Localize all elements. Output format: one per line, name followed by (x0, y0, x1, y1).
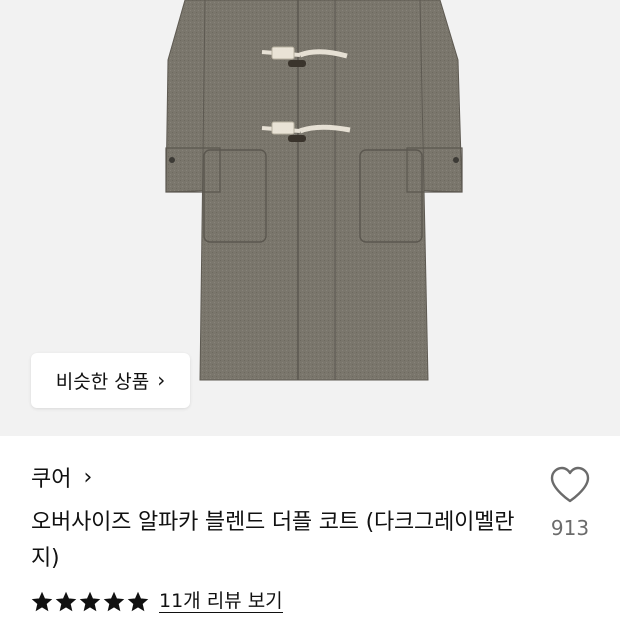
similar-products-button[interactable]: 비슷한 상품 › (31, 353, 190, 408)
star-icon (79, 591, 101, 611)
star-icon (103, 591, 125, 611)
product-image[interactable]: 비슷한 상품 › (0, 0, 620, 436)
star-icon (127, 591, 149, 611)
product-detail-page: 비슷한 상품 › 쿠어 › 오버사이즈 알파카 블렌드 더플 코트 (다크그레이… (0, 0, 620, 620)
rating-row: 11개 리뷰 보기 (31, 590, 283, 613)
heart-outline-icon (550, 466, 590, 503)
star-icon (55, 591, 77, 611)
similar-products-label: 비슷한 상품 (55, 371, 150, 393)
like-count: 913 (550, 516, 590, 540)
product-title: 오버사이즈 알파카 블렌드 더플 코트 (다크그레이멜란지) (31, 510, 515, 571)
chevron-right-icon: › (157, 367, 166, 392)
like-button[interactable]: 913 (540, 466, 600, 540)
brand-name: 쿠어 (31, 467, 72, 492)
brand-link[interactable]: 쿠어 › (31, 461, 92, 493)
review-link[interactable]: 11개 리뷰 보기 (159, 590, 283, 613)
star-rating (31, 591, 149, 613)
chevron-right-icon: › (83, 464, 93, 490)
star-icon (31, 591, 53, 611)
